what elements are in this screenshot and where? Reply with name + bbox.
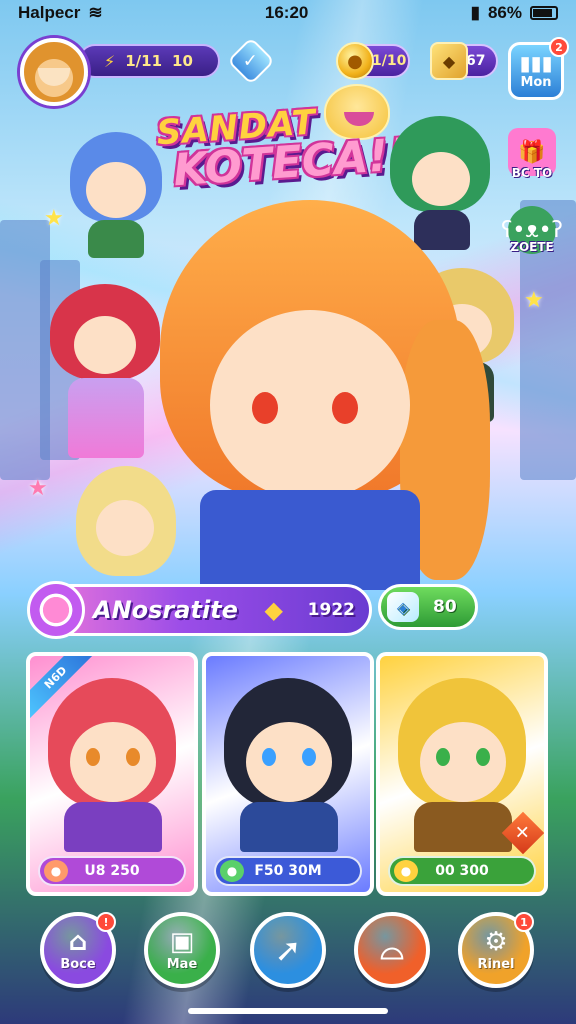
- card-character-face: [246, 722, 332, 802]
- nav-badge: !: [96, 912, 116, 932]
- nav-label: Mae: [166, 956, 198, 972]
- event-banner[interactable]: ANosratite ◆ 1922: [27, 581, 372, 639]
- nav-label: Boce: [60, 956, 96, 972]
- arrow-icon: ➚: [274, 931, 302, 969]
- reward-icon: ◈: [387, 592, 419, 622]
- event-ring-icon: [27, 581, 85, 639]
- card-character-eye: [262, 748, 276, 766]
- level-extra: 10: [172, 52, 193, 70]
- daily-check-button[interactable]: ✓: [226, 36, 276, 86]
- battery-icon: [530, 6, 558, 20]
- wifi-icon: ≋: [88, 3, 103, 22]
- coin-counter[interactable]: ● 1/10: [336, 42, 410, 80]
- card-price[interactable]: ● U8 250: [38, 856, 186, 886]
- nav-notifications-button[interactable]: ⌓: [354, 912, 430, 988]
- character-card[interactable]: ✕ ● 00 300: [376, 652, 548, 896]
- character-main-orange-hair: [160, 200, 490, 590]
- nav-label: Rinel: [477, 956, 515, 972]
- close-icon: ✕: [515, 822, 531, 844]
- nav-cards-button[interactable]: ▣ Mae: [144, 912, 220, 988]
- gem-counter[interactable]: ◆ 67: [430, 42, 498, 80]
- price-icon: ●: [394, 860, 418, 882]
- level-pill[interactable]: ⚡ 1/11 10: [78, 44, 220, 78]
- reward-value: 80: [433, 597, 457, 617]
- card-character-body: [414, 802, 512, 852]
- nav-settings-button[interactable]: ⚙ Rinel 1: [458, 912, 534, 988]
- bell-icon: ⌓: [380, 932, 404, 967]
- menu-button[interactable]: ▮▮▮ Mon 2: [508, 37, 569, 100]
- price-icon: ●: [220, 860, 244, 882]
- gear-icon: ⚙: [484, 926, 508, 957]
- character-card[interactable]: N6D ● U8 250: [26, 652, 198, 896]
- nav-badge: 1: [514, 912, 534, 932]
- gift-icon: 🎁: [518, 139, 546, 165]
- sparkle-icon: ★: [524, 288, 544, 313]
- home-indicator: [188, 1008, 388, 1014]
- level-value: 1/11: [125, 52, 163, 70]
- logo-line2: KOTECA!!: [171, 129, 410, 197]
- clock-text: 16:20: [264, 3, 309, 22]
- nav-play-button[interactable]: ➚: [250, 912, 326, 988]
- event-count: 1922: [307, 600, 355, 620]
- energy-icon: ⚡: [104, 51, 116, 71]
- carrier-text: Halpecr: [18, 3, 81, 22]
- prize-icon: ◆: [264, 596, 283, 624]
- card-character-eye: [302, 748, 316, 766]
- card-character-eye: [86, 748, 100, 766]
- price-icon: ●: [44, 860, 68, 882]
- check-icon: ✓: [243, 50, 259, 72]
- sparkle-icon: ★: [28, 476, 48, 501]
- reward-pill[interactable]: ◈ 80: [378, 584, 478, 630]
- gem-icon: ◆: [430, 42, 468, 80]
- card-price[interactable]: ● 00 300: [388, 856, 536, 886]
- card-price-text: 00 300: [435, 863, 489, 879]
- signal-icon: ▮: [470, 3, 480, 22]
- coin-icon: ●: [336, 42, 374, 80]
- nav-home-button[interactable]: ⌂ Boce !: [40, 912, 116, 988]
- card-character-eye: [436, 748, 450, 766]
- chart-icon: ▮▮▮: [519, 50, 553, 75]
- character-red-hair: [40, 280, 170, 460]
- card-character-eye: [126, 748, 140, 766]
- card-character-body: [240, 802, 338, 852]
- event-name: ANosratite: [93, 596, 238, 624]
- coin-value: 1/10: [372, 53, 407, 69]
- card-price-text: F50 30M: [254, 863, 322, 879]
- card-price[interactable]: ● F50 30M: [214, 856, 362, 886]
- battery-text: 86%: [487, 3, 522, 22]
- side-event-label: BC TO: [511, 166, 553, 180]
- house-icon: ⌂: [68, 926, 88, 957]
- card-character-eye: [476, 748, 490, 766]
- cards-icon: ▣: [169, 926, 195, 957]
- menu-badge: 2: [549, 37, 569, 57]
- card-price-text: U8 250: [84, 863, 140, 879]
- card-character-face: [70, 722, 156, 802]
- game-logo: SANDAT KOTECA!!: [155, 100, 410, 197]
- gem-value: 67: [466, 53, 486, 69]
- sparkle-icon: ★: [44, 206, 64, 231]
- card-character-face: [420, 722, 506, 802]
- player-avatar[interactable]: [20, 38, 88, 106]
- card-character-body: [64, 802, 162, 852]
- menu-label: Mon: [520, 74, 552, 90]
- status-bar: Halpecr ≋ 16:20 ▮ 86%: [0, 0, 576, 26]
- character-card[interactable]: ● F50 30M: [202, 652, 374, 896]
- side-event-label: ZOETE: [510, 240, 554, 254]
- character-blue-hair: [66, 128, 166, 258]
